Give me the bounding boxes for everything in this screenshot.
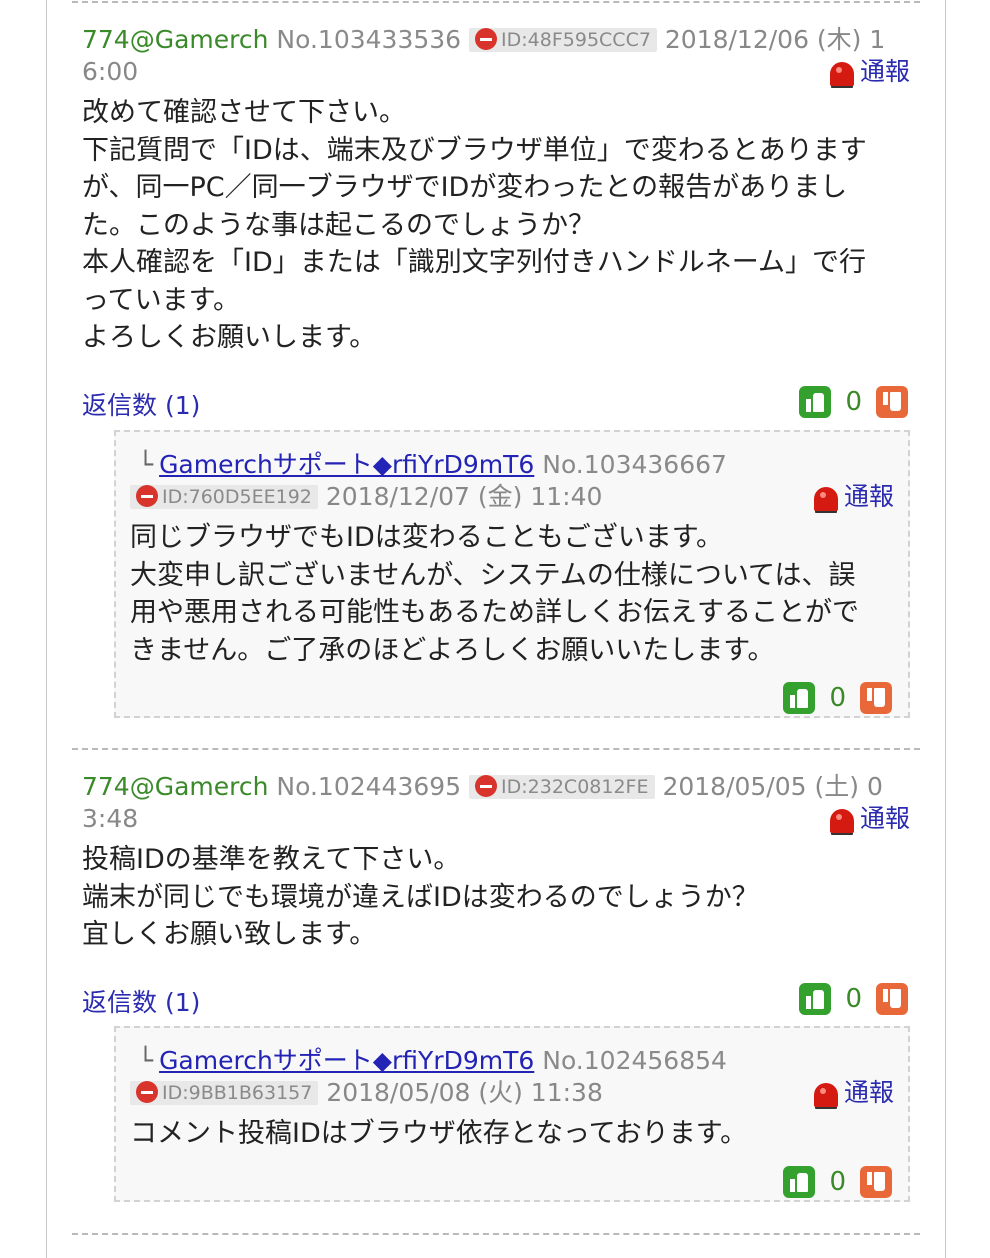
post-divider [72,1233,920,1235]
thumbs-up-icon[interactable] [783,1166,816,1198]
like-count: 0 [829,1167,846,1197]
post-body: 投稿IDの基準を教えて下さい。 端末が同じでも環境が違えばIDは変わるのでしょう… [82,844,759,950]
vote-controls: 0 [799,386,908,418]
thumbs-up-icon[interactable] [799,983,832,1015]
report-link[interactable]: 通報 [813,1077,894,1109]
like-count: 0 [829,683,846,713]
report-link[interactable]: 通報 [829,803,910,835]
minus-circle-icon [136,485,158,507]
minus-circle-icon [136,1081,158,1103]
thumbs-down-icon[interactable] [876,983,908,1015]
like-count: 0 [845,984,862,1014]
reply-meta: └ Gamerchサポート◆rfiYrD9mT6 No.102456854 ID:… [130,1045,894,1109]
siren-icon [813,1083,838,1107]
reply-id-badge: ID:9BB1B63157 [130,1081,319,1105]
reply-corner: └ [138,1046,154,1075]
comment-post: 774@Gamerch No.102443695 ID:232C0812FE 2… [82,771,910,954]
post-number[interactable]: No.102443695 [276,772,461,801]
post-number[interactable]: No.103433536 [276,25,461,54]
post-meta: 774@Gamerch No.103433536 ID:48F595CCC7 2… [82,24,897,88]
report-link[interactable]: 通報 [813,481,894,513]
reply-date: 2018/05/08 (火) 11:38 [326,1078,603,1107]
post-id-badge: ID:232C0812FE [469,775,655,799]
reply-date: 2018/12/07 (金) 11:40 [325,482,603,511]
post-divider [72,1,920,3]
thumbs-down-icon[interactable] [860,682,892,714]
reply-box: └ Gamerchサポート◆rfiYrD9mT6 No.102456854 ID:… [114,1026,910,1202]
reply-body: 同じブラウザでもIDは変わることもございます。 大変申し訳ございませんが、システ… [130,522,859,666]
thumbs-up-icon[interactable] [799,386,832,418]
vote-controls: 0 [799,983,908,1015]
reply-box: └ Gamerchサポート◆rfiYrD9mT6 No.103436667 ID:… [114,430,910,718]
reply-number[interactable]: No.102456854 [542,1046,727,1075]
post-divider [72,748,920,750]
post-author[interactable]: 774@Gamerch [82,25,268,54]
post-author[interactable]: 774@Gamerch [82,772,268,801]
minus-circle-icon [475,28,498,50]
reply-meta: └ Gamerchサポート◆rfiYrD9mT6 No.103436667 ID:… [130,449,894,513]
vote-controls: 0 [783,682,892,714]
reply-count-link[interactable]: 返信数 (1) [82,983,200,1019]
reply-body: コメント投稿IDはブラウザ依存となっております。 [130,1118,748,1149]
reply-number[interactable]: No.103436667 [542,450,727,479]
comment-post: 774@Gamerch No.103433536 ID:48F595CCC7 2… [82,24,910,357]
siren-icon [813,487,838,511]
post-id-badge: ID:48F595CCC7 [469,28,657,52]
reply-count-link[interactable]: 返信数 (1) [82,386,200,422]
reply-author-link[interactable]: Gamerchサポート◆rfiYrD9mT6 [159,450,534,479]
thumbs-down-icon[interactable] [860,1166,892,1198]
minus-circle-icon [475,775,498,797]
report-link[interactable]: 通報 [829,56,910,88]
post-body: 改めて確認させて下さい。 下記質問で「IDは、端末及びブラウザ単位」で変わるとあ… [82,97,867,353]
reply-author-link[interactable]: Gamerchサポート◆rfiYrD9mT6 [159,1046,534,1075]
reply-id-badge: ID:760D5EE192 [130,485,318,509]
vote-controls: 0 [783,1166,892,1198]
siren-icon [829,809,854,833]
thumbs-up-icon[interactable] [783,682,816,714]
post-meta: 774@Gamerch No.102443695 ID:232C0812FE 2… [82,771,897,835]
like-count: 0 [845,387,862,417]
siren-icon [829,62,854,86]
thumbs-down-icon[interactable] [876,386,908,418]
reply-corner: └ [138,450,154,479]
